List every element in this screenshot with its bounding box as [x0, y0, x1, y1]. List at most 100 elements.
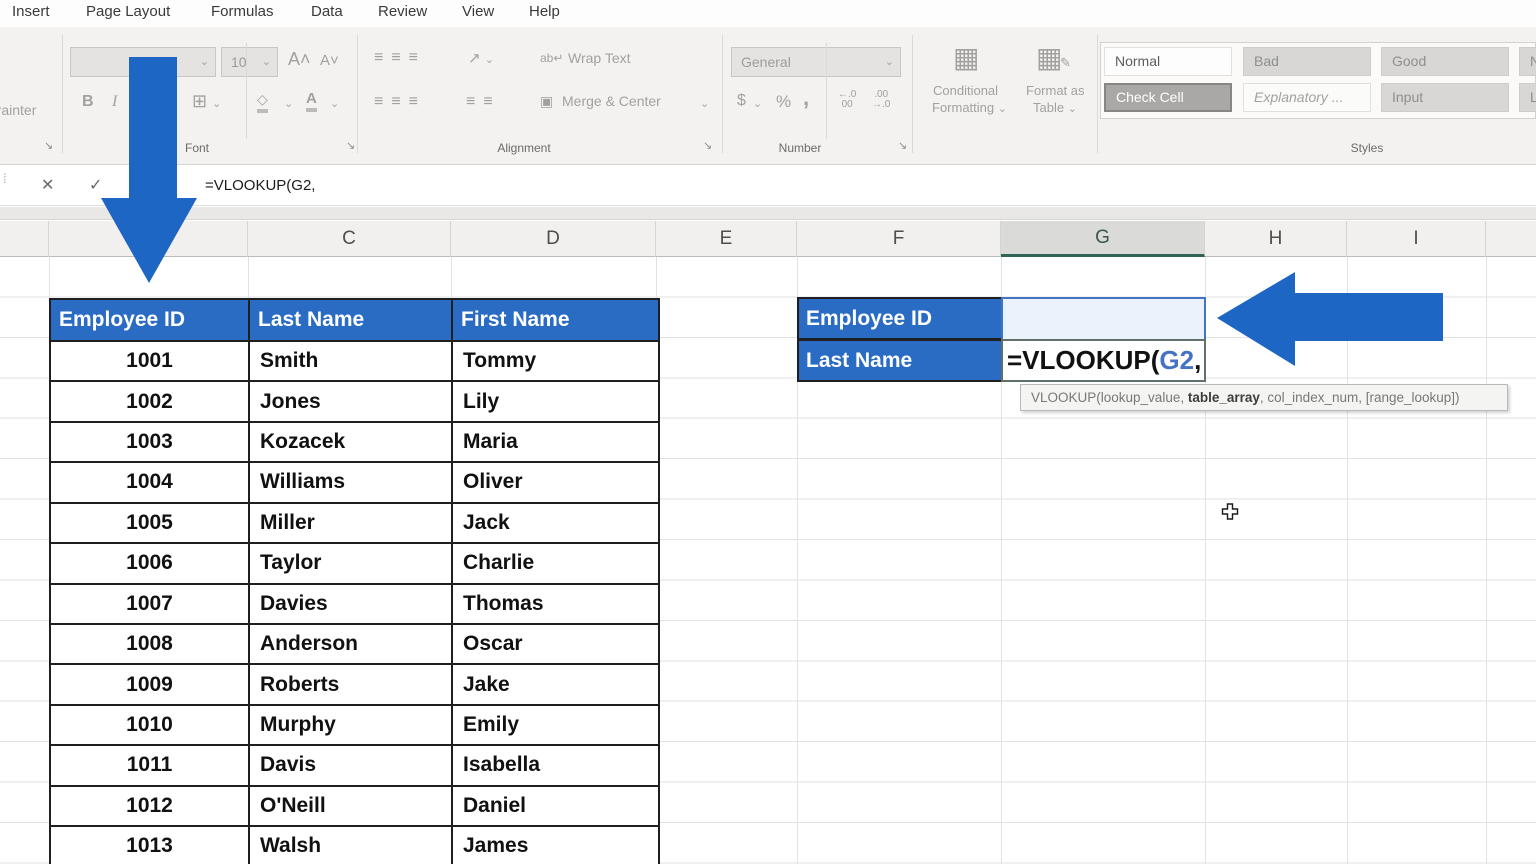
table-cell-r7c0[interactable]: 1007	[51, 585, 250, 625]
horizontal-align-icons[interactable]: ≡≡≡	[374, 93, 426, 111]
chevron-down-icon[interactable]: ⌄	[330, 97, 339, 110]
borders-button[interactable]: ⊞ ⌄	[192, 91, 221, 112]
italic-button[interactable]: I	[112, 93, 117, 111]
tab-review[interactable]: Review	[378, 3, 427, 20]
sheet-grid[interactable]: Employee ID Last Name First Name 1001Smi…	[0, 257, 1536, 864]
table-cell-r2c0[interactable]: 1002	[51, 382, 250, 422]
alignment-dialog-launcher-icon[interactable]: ↘	[703, 139, 712, 152]
font-name-combobox[interactable]: ⌄	[70, 47, 216, 77]
table-header-first-name[interactable]: First Name	[453, 300, 658, 342]
table-cell-r5c1[interactable]: Miller	[250, 504, 453, 544]
column-header-a[interactable]	[0, 221, 49, 257]
style-chip-bad[interactable]: Bad	[1243, 47, 1371, 76]
table-cell-r1c2[interactable]: Tommy	[453, 342, 658, 382]
table-cell-r9c1[interactable]: Roberts	[250, 665, 453, 705]
table-cell-r6c1[interactable]: Taylor	[250, 544, 453, 584]
cancel-icon[interactable]: ✕	[41, 175, 54, 195]
table-cell-r1c0[interactable]: 1001	[51, 342, 250, 382]
column-header-i[interactable]: I	[1347, 221, 1486, 257]
percent-format-button[interactable]: %	[776, 92, 791, 112]
table-cell-r11c0[interactable]: 1011	[51, 746, 250, 786]
chevron-down-icon[interactable]: ⌄	[700, 97, 709, 110]
table-cell-r9c0[interactable]: 1009	[51, 665, 250, 705]
column-header-j-partial[interactable]	[1486, 221, 1536, 257]
lookup-label-employee-id[interactable]: Employee ID	[797, 297, 1003, 340]
indent-icons[interactable]: ≡≡	[466, 93, 501, 111]
lookup-label-last-name[interactable]: Last Name	[797, 339, 1003, 382]
table-cell-r8c0[interactable]: 1008	[51, 625, 250, 665]
table-cell-r4c2[interactable]: Oliver	[453, 463, 658, 503]
number-format-combobox[interactable]: General⌄	[731, 47, 901, 77]
table-cell-r3c0[interactable]: 1003	[51, 423, 250, 463]
table-cell-r8c2[interactable]: Oscar	[453, 625, 658, 665]
tab-insert[interactable]: Insert	[12, 3, 50, 20]
increase-decimal-button[interactable]: ←.0 00	[838, 90, 856, 110]
table-cell-r2c1[interactable]: Jones	[250, 382, 453, 422]
style-chip-normal[interactable]: Normal	[1104, 47, 1232, 76]
table-cell-r12c0[interactable]: 1012	[51, 787, 250, 827]
table-cell-r4c1[interactable]: Williams	[250, 463, 453, 503]
column-header-d[interactable]: D	[451, 221, 656, 257]
table-cell-r10c0[interactable]: 1010	[51, 706, 250, 746]
merge-center-button[interactable]: Merge & Center	[562, 93, 661, 109]
wrap-text-button[interactable]: Wrap Text	[568, 50, 631, 66]
number-dialog-launcher-icon[interactable]: ↘	[898, 139, 907, 152]
table-header-last-name[interactable]: Last Name	[250, 300, 453, 342]
table-cell-r13c0[interactable]: 1013	[51, 827, 250, 864]
column-header-e[interactable]: E	[656, 221, 797, 257]
tab-data[interactable]: Data	[311, 3, 343, 20]
style-chip-explanatory[interactable]: Explanatory ...	[1243, 83, 1371, 112]
table-cell-r13c2[interactable]: James	[453, 827, 658, 864]
clipboard-dialog-launcher-icon[interactable]: ↘	[44, 139, 53, 152]
style-chip-linked-cell[interactable]: Linked Cell	[1519, 83, 1536, 112]
style-chip-check-cell[interactable]: Check Cell	[1104, 83, 1232, 112]
column-header-b[interactable]	[49, 221, 248, 257]
tab-view[interactable]: View	[462, 3, 494, 20]
fill-color-icon[interactable]: ◇	[257, 91, 268, 113]
table-cell-r10c1[interactable]: Murphy	[250, 706, 453, 746]
cell-g3-formula[interactable]: =VLOOKUP(G2,	[1001, 339, 1206, 382]
vertical-align-icons[interactable]: ≡≡≡	[374, 49, 426, 67]
table-cell-r3c2[interactable]: Maria	[453, 423, 658, 463]
table-cell-r4c0[interactable]: 1004	[51, 463, 250, 503]
decrease-font-size-button[interactable]: A˅	[320, 52, 339, 69]
table-cell-r9c2[interactable]: Jake	[453, 665, 658, 705]
table-header-employee-id[interactable]: Employee ID	[51, 300, 250, 342]
table-cell-r3c1[interactable]: Kozacek	[250, 423, 453, 463]
table-cell-r12c1[interactable]: O'Neill	[250, 787, 453, 827]
font-color-icon[interactable]: A	[306, 90, 317, 112]
table-cell-r11c2[interactable]: Isabella	[453, 746, 658, 786]
style-chip-input[interactable]: Input	[1381, 83, 1509, 112]
chevron-down-icon[interactable]: ⌄	[284, 97, 293, 110]
currency-format-button[interactable]: $	[737, 92, 746, 110]
table-cell-r5c0[interactable]: 1005	[51, 504, 250, 544]
tab-page-layout[interactable]: Page Layout	[86, 3, 170, 20]
column-header-h[interactable]: H	[1205, 221, 1347, 257]
table-cell-r12c2[interactable]: Daniel	[453, 787, 658, 827]
column-header-f[interactable]: F	[797, 221, 1001, 257]
format-as-table-button-line2[interactable]: Table ⌄	[1033, 100, 1077, 115]
formula-bar-grip-icon[interactable]: ⁞	[3, 175, 7, 182]
table-cell-r1c1[interactable]: Smith	[250, 342, 453, 382]
chevron-down-icon[interactable]: ⌄	[753, 97, 762, 110]
table-cell-r6c0[interactable]: 1006	[51, 544, 250, 584]
tab-formulas[interactable]: Formulas	[211, 3, 274, 20]
table-cell-r6c2[interactable]: Charlie	[453, 544, 658, 584]
comma-format-button[interactable]: ,	[803, 85, 809, 111]
orientation-icon[interactable]: ↗ ⌄	[468, 49, 494, 67]
table-cell-r7c2[interactable]: Thomas	[453, 585, 658, 625]
column-header-c[interactable]: C	[248, 221, 451, 257]
formula-bar-input[interactable]: =VLOOKUP(G2,	[205, 177, 315, 194]
increase-font-size-button[interactable]: A˄	[288, 49, 311, 70]
format-as-table-button[interactable]: Format as	[1026, 83, 1085, 98]
table-cell-r5c2[interactable]: Jack	[453, 504, 658, 544]
bold-button[interactable]: B	[82, 93, 94, 111]
table-cell-r11c1[interactable]: Davis	[250, 746, 453, 786]
format-painter-button[interactable]: Painter	[0, 102, 36, 118]
table-cell-r7c1[interactable]: Davies	[250, 585, 453, 625]
font-dialog-launcher-icon[interactable]: ↘	[346, 139, 355, 152]
table-cell-r13c1[interactable]: Walsh	[250, 827, 453, 864]
style-chip-good[interactable]: Good	[1381, 47, 1509, 76]
enter-icon[interactable]: ✓	[89, 175, 102, 195]
column-header-g-selected[interactable]: G	[1001, 221, 1205, 257]
